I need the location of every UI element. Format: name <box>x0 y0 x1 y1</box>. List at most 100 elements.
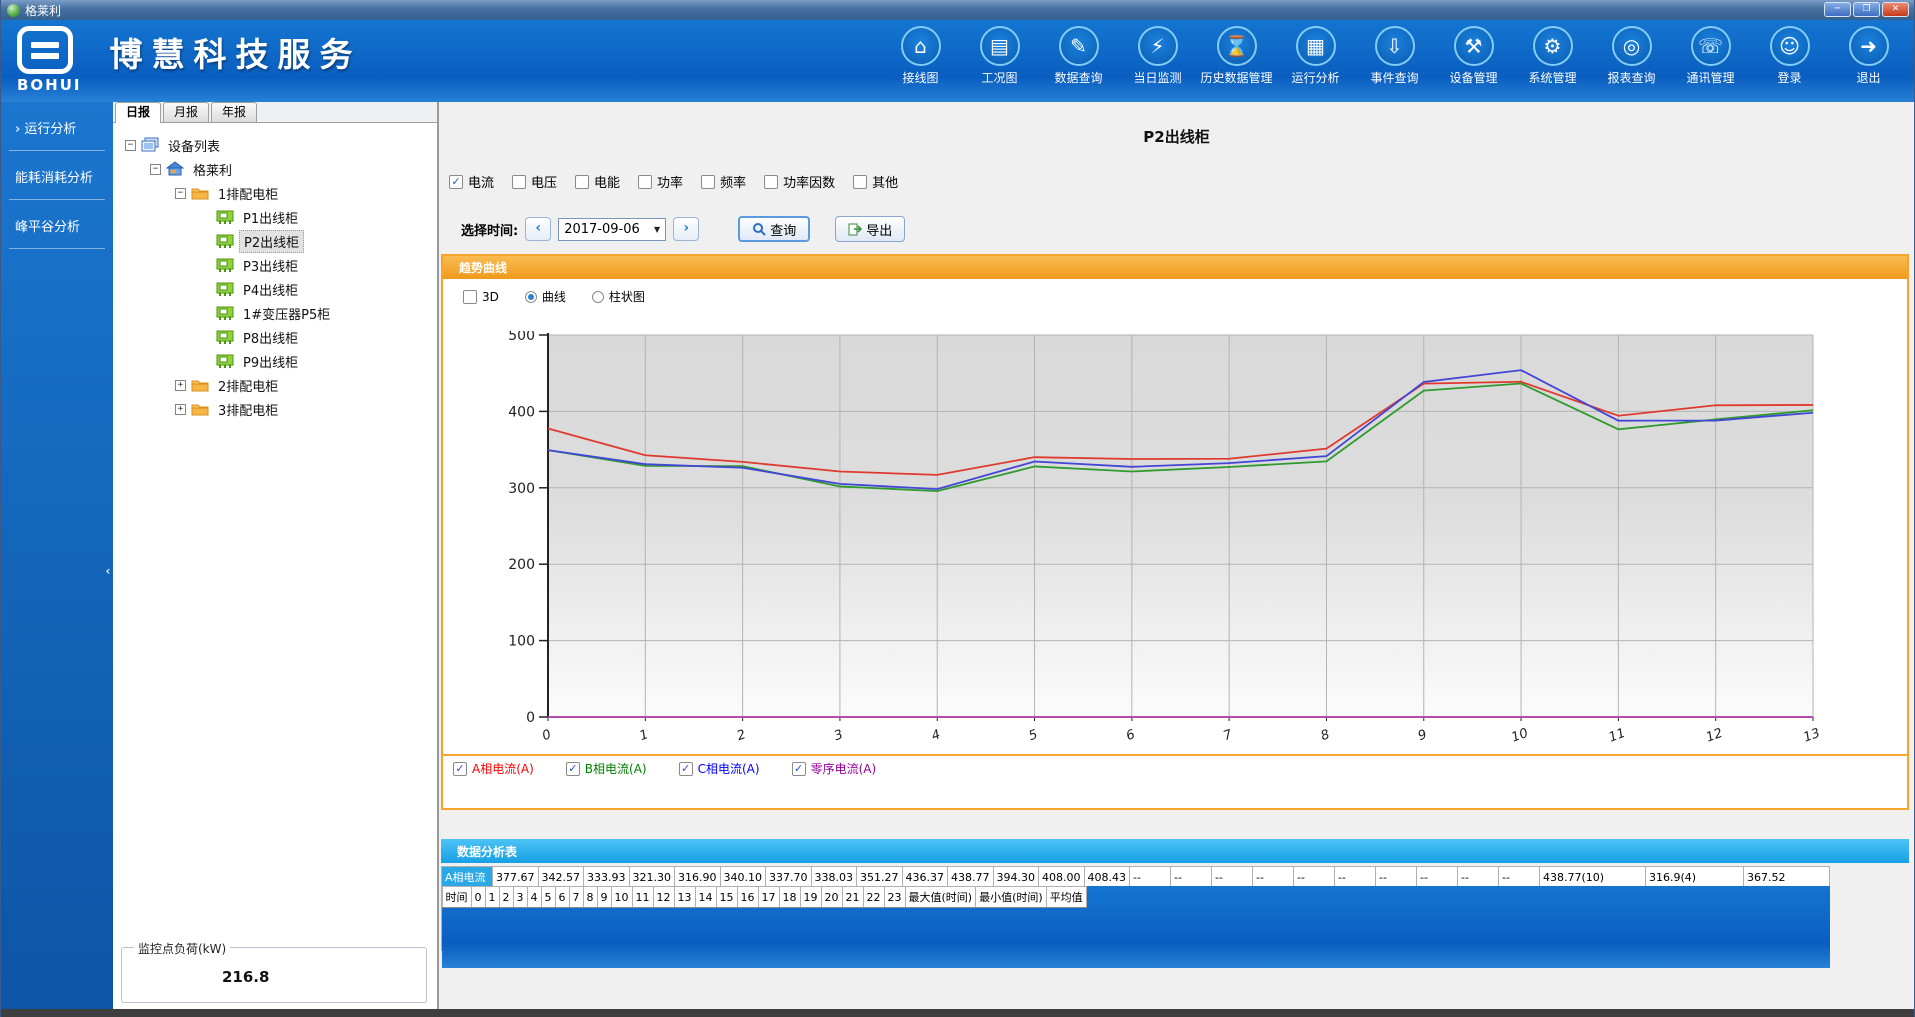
toolbar-item-data-query[interactable]: ✎数据查询 <box>1039 26 1118 86</box>
toolbar-item-daily-monitor[interactable]: ⚡当日监测 <box>1118 26 1197 86</box>
table-cell: -- <box>1376 867 1417 888</box>
legend-checkbox-A相电流(A)[interactable]: ✓A相电流(A) <box>453 760 534 777</box>
table-cell: 438.77(10) <box>1540 867 1646 888</box>
tree-node-1排配电柜[interactable]: −1排配电柜 <box>113 181 437 205</box>
toolbar-label-comm-mgmt: 通讯管理 <box>1686 69 1734 86</box>
toolbar-label-condition-diagram: 工况图 <box>981 69 1017 86</box>
tree-node-P4出线柜[interactable]: P4出线柜 <box>113 277 437 301</box>
tree-node-设备列表[interactable]: −设备列表 <box>113 133 437 157</box>
trend-panel-body: 3D 曲线 柱状图 0100200300400500012345678910 <box>443 279 1907 781</box>
sidebar-item-3[interactable]: 峰平谷分析 <box>1 200 113 249</box>
toolbar-item-comm-mgmt[interactable]: ☏ 通讯管理 <box>1671 26 1750 86</box>
tree-node-P2出线柜[interactable]: P2出线柜 <box>113 229 437 253</box>
tree-toggle-collapse-icon[interactable]: − <box>175 188 186 199</box>
table-header-cell: 16 <box>737 887 758 908</box>
tree-node-P1出线柜[interactable]: P1出线柜 <box>113 205 437 229</box>
svg-text:5: 5 <box>1027 727 1040 744</box>
table-row-A相电流: A相电流377.67342.57333.93321.30316.90340.10… <box>442 867 1830 888</box>
sidebar-item-2[interactable]: 能耗消耗分析 <box>1 151 113 200</box>
tree-node-label: 3排配电柜 <box>214 399 282 420</box>
table-cell: 436.37 <box>902 867 948 888</box>
tree-node-格莱利[interactable]: −格莱利 <box>113 157 437 181</box>
table-header-cell: 18 <box>779 887 800 908</box>
svg-text:10: 10 <box>1510 726 1531 746</box>
brand-logo-icon <box>17 26 73 74</box>
row-label-cell[interactable]: A相电流 <box>442 867 493 888</box>
dropdown-caret-icon: ▼ <box>654 225 660 234</box>
toolbar-item-logout[interactable]: ➜退出 <box>1829 26 1908 86</box>
table-header-cell: 17 <box>758 887 779 908</box>
date-dropdown[interactable]: 2017-09-06 ▼ <box>558 218 666 241</box>
metric-checkbox-其他[interactable]: 其他 <box>853 172 898 191</box>
toolbar-item-report-query[interactable]: ◎报表查询 <box>1592 26 1671 86</box>
table-cell: 321.30 <box>629 867 675 888</box>
magnifier-icon <box>752 222 766 236</box>
toolbar-item-event-query[interactable]: ⇩事件查询 <box>1355 26 1434 86</box>
toolbar-item-operation-analysis[interactable]: ▦运行分析 <box>1276 26 1355 86</box>
tree-toggle-expand-icon[interactable]: + <box>175 380 186 391</box>
table-header-cell: 21 <box>842 887 863 908</box>
table-cell: -- <box>1417 867 1458 888</box>
tree-node-2排配电柜[interactable]: +2排配电柜 <box>113 373 437 397</box>
tree-node-P3出线柜[interactable]: P3出线柜 <box>113 253 437 277</box>
tab-daily-report[interactable]: 日报 <box>115 102 161 123</box>
toolbar: ⌂接线图▤工况图✎数据查询⚡当日监测⌛历史数据管理▦运行分析⇩事件查询⚒设备管理… <box>881 26 1908 86</box>
card-icon <box>216 210 234 225</box>
tree-toggle-expand-icon[interactable]: + <box>175 404 186 415</box>
svg-text:0: 0 <box>540 727 553 744</box>
prev-day-button[interactable]: ‹ <box>525 217 551 241</box>
tree-node-P9出线柜[interactable]: P9出线柜 <box>113 349 437 373</box>
metric-checkbox-功率[interactable]: 功率 <box>638 172 683 191</box>
table-cell: 377.67 <box>493 867 539 888</box>
metric-checkbox-功率因数[interactable]: 功率因数 <box>764 172 835 191</box>
table-header-cell: 时间 <box>442 887 471 908</box>
table-header-cell: 13 <box>674 887 695 908</box>
metric-checkbox-电压[interactable]: 电压 <box>512 172 557 191</box>
minimize-button[interactable]: ─ <box>1824 2 1851 17</box>
legend-checkbox-C相电流(A)[interactable]: ✓C相电流(A) <box>679 760 760 777</box>
mode-curve-radio[interactable]: 曲线 <box>525 288 566 305</box>
table-header-cell: 23 <box>884 887 905 908</box>
svg-text:8: 8 <box>1319 727 1332 744</box>
panel-collapse-icon[interactable]: ‹ <box>103 550 113 592</box>
table-header-cell: 1 <box>485 887 499 908</box>
toolbar-item-system-mgmt[interactable]: ⚙系统管理 <box>1513 26 1592 86</box>
toolbar-item-equipment-mgmt[interactable]: ⚒设备管理 <box>1434 26 1513 86</box>
sidebar-item-1[interactable]: ›运行分析 <box>1 102 113 151</box>
toolbar-item-condition-diagram[interactable]: ▤工况图 <box>960 26 1039 86</box>
mode-barchart-radio[interactable]: 柱状图 <box>592 288 645 305</box>
mode-3d-checkbox[interactable]: 3D <box>463 290 499 304</box>
checkbox-icon <box>638 175 652 189</box>
tab-monthly-report[interactable]: 月报 <box>163 102 209 122</box>
card-icon <box>216 354 234 369</box>
legend-checkbox-B相电流(A)[interactable]: ✓B相电流(A) <box>566 760 647 777</box>
gear-icon: ⚙ <box>1533 26 1573 66</box>
phone-icon: ☏ <box>1691 26 1731 66</box>
sidebar: ›运行分析能耗消耗分析峰平谷分析 ‹ <box>1 102 113 1009</box>
query-button[interactable]: 查询 <box>738 216 810 242</box>
tab-yearly-report[interactable]: 年报 <box>211 102 257 122</box>
legend-checkbox-零序电流(A)[interactable]: ✓零序电流(A) <box>792 760 877 777</box>
metric-checkbox-电流[interactable]: ✓电流 <box>449 172 494 191</box>
toolbar-item-wiring-diagram[interactable]: ⌂接线图 <box>881 26 960 86</box>
toolbar-item-login[interactable]: ☺登录 <box>1750 26 1829 86</box>
tree-node-3排配电柜[interactable]: +3排配电柜 <box>113 397 437 421</box>
card-icon <box>216 330 234 345</box>
next-day-button[interactable]: › <box>673 217 699 241</box>
tree-node-P8出线柜[interactable]: P8出线柜 <box>113 325 437 349</box>
tree-toggle-collapse-icon[interactable]: − <box>125 140 136 151</box>
metric-checkbox-电能[interactable]: 电能 <box>575 172 620 191</box>
table-header-cell: 6 <box>555 887 569 908</box>
maximize-button[interactable]: ❐ <box>1853 2 1880 17</box>
toolbar-label-wiring-diagram: 接线图 <box>902 69 938 86</box>
titlebar: 格莱利 ─ ❐ ✕ <box>1 0 1914 20</box>
tree-node-label: P9出线柜 <box>239 351 302 372</box>
export-button[interactable]: 导出 <box>835 216 905 242</box>
close-button[interactable]: ✕ <box>1882 2 1909 17</box>
toolbar-item-history-data[interactable]: ⌛历史数据管理 <box>1197 26 1276 86</box>
table-cell: -- <box>1253 867 1294 888</box>
table-header-cell: 15 <box>716 887 737 908</box>
tree-node-1#变压器P5柜[interactable]: 1#变压器P5柜 <box>113 301 437 325</box>
tree-toggle-collapse-icon[interactable]: − <box>150 164 161 175</box>
metric-checkbox-频率[interactable]: 频率 <box>701 172 746 191</box>
